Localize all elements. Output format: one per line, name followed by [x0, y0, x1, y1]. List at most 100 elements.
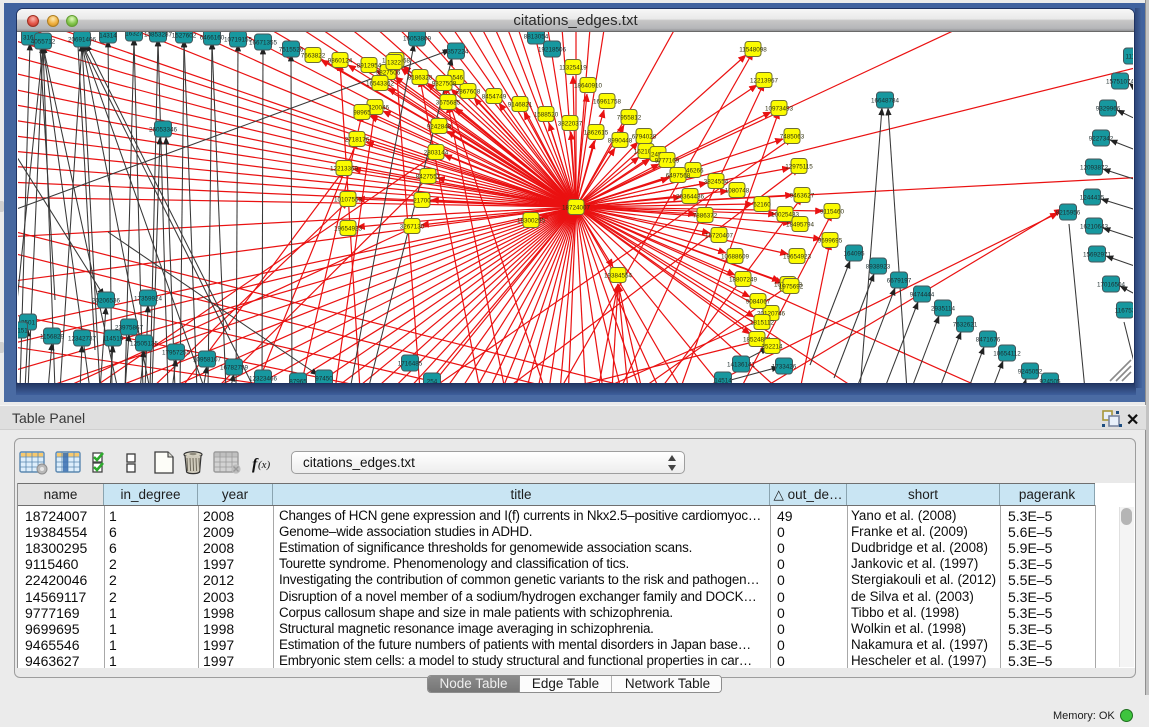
svg-text:1815112: 1815112	[750, 319, 775, 326]
svg-text:19218506: 19218506	[538, 46, 567, 53]
svg-text:16327: 16327	[125, 32, 143, 37]
svg-text:17359924: 17359924	[134, 295, 163, 302]
svg-text:(x): (x)	[258, 459, 271, 471]
svg-text:8186328: 8186328	[408, 74, 433, 81]
svg-text:1975692: 1975692	[779, 283, 804, 290]
svg-text:12323466: 12323466	[249, 375, 278, 382]
svg-text:16671355: 16671355	[249, 39, 278, 46]
svg-text:9860124: 9860124	[328, 57, 353, 64]
svg-text:16210643: 16210643	[1080, 223, 1109, 230]
svg-text:12093872: 12093872	[1080, 164, 1109, 171]
svg-text:2803144: 2803144	[424, 149, 449, 156]
svg-text:16961758: 16961758	[593, 98, 622, 105]
svg-text:10958107: 10958107	[193, 356, 222, 363]
svg-text:16543362: 16543362	[366, 80, 395, 87]
svg-text:87965: 87965	[289, 378, 307, 383]
svg-text:9084067: 9084067	[746, 298, 771, 305]
svg-text:19384554: 19384554	[604, 272, 633, 279]
svg-text:15751074: 15751074	[1106, 78, 1133, 85]
svg-text:14514: 14514	[714, 377, 732, 383]
svg-text:9245052: 9245052	[1018, 368, 1043, 375]
svg-text:9329966: 9329966	[1096, 105, 1121, 112]
svg-text:114519: 114519	[103, 335, 124, 342]
svg-text:14136141: 14136141	[727, 361, 756, 368]
svg-text:10688609: 10688609	[721, 253, 750, 260]
svg-text:10973493: 10973493	[765, 105, 794, 112]
svg-text:6794028: 6794028	[632, 133, 657, 140]
svg-text:16053809: 16053809	[403, 35, 432, 42]
svg-text:116753: 116753	[1115, 307, 1133, 314]
svg-text:1117: 1117	[1125, 53, 1133, 60]
svg-text:1733426: 1733426	[772, 363, 797, 370]
svg-text:17957255: 17957255	[162, 349, 191, 356]
svg-text:1527602: 1527602	[172, 32, 197, 39]
svg-text:9474444: 9474444	[910, 291, 935, 298]
svg-text:7632621: 7632621	[953, 321, 978, 328]
svg-text:18807249: 18807249	[729, 276, 758, 283]
svg-text:7485063: 7485063	[780, 133, 805, 140]
svg-text:1322: 1322	[387, 59, 402, 66]
svg-text:9463627: 9463627	[790, 192, 815, 199]
svg-text:8215956: 8215956	[1056, 209, 1081, 216]
svg-text:1362615: 1362615	[584, 129, 609, 136]
svg-text:8813054: 8813054	[524, 33, 549, 40]
svg-text:62160: 62160	[753, 201, 771, 208]
svg-text:20206536: 20206536	[92, 297, 121, 304]
svg-text:2718176: 2718176	[345, 136, 370, 143]
svg-text:19654923: 19654923	[334, 225, 363, 232]
svg-text:12505135: 12505135	[130, 340, 159, 347]
svg-text:6679197: 6679197	[887, 277, 912, 284]
svg-text:9327508: 9327508	[432, 80, 457, 87]
svg-text:8427552: 8427552	[416, 173, 441, 180]
svg-text:3675685: 3675685	[436, 99, 461, 106]
svg-text:7955812: 7955812	[617, 114, 642, 121]
svg-text:164095: 164095	[843, 250, 865, 257]
svg-text:924505: 924505	[1039, 378, 1061, 383]
svg-text:9227342: 9227342	[1089, 135, 1114, 142]
svg-text:16648784: 16648784	[871, 97, 900, 104]
svg-text:7663822: 7663822	[301, 52, 326, 59]
svg-text:9699695: 9699695	[818, 237, 843, 244]
svg-text:12213967: 12213967	[750, 77, 779, 84]
svg-text:10654112: 10654112	[993, 350, 1021, 357]
svg-text:254: 254	[427, 378, 438, 383]
svg-text:9242848: 9242848	[427, 123, 452, 130]
svg-text:11325419: 11325419	[559, 64, 587, 71]
svg-text:8912954: 8912954	[357, 62, 382, 69]
svg-text:97450: 97450	[315, 375, 333, 382]
svg-text:20691406: 20691406	[68, 36, 97, 43]
svg-text:18724007: 18724007	[562, 204, 591, 211]
svg-text:6466160: 6466160	[200, 34, 225, 41]
svg-text:1080748: 1080748	[725, 187, 750, 194]
svg-text:19654923: 19654923	[783, 253, 812, 260]
svg-text:1244415: 1244415	[1080, 194, 1105, 201]
svg-text:18495794: 18495794	[786, 221, 815, 228]
svg-text:15692971: 15692971	[1083, 251, 1112, 258]
svg-text:17016504: 17016504	[1097, 281, 1126, 288]
svg-text:3824554: 3824554	[704, 178, 729, 185]
svg-text:10107553: 10107553	[334, 196, 363, 203]
svg-text:9115460: 9115460	[820, 208, 845, 215]
svg-text:16782759: 16782759	[220, 364, 249, 371]
svg-text:8471676: 8471676	[976, 336, 1001, 343]
svg-text:23975867: 23975867	[115, 324, 144, 331]
svg-text:3267130: 3267130	[400, 223, 425, 230]
svg-text:1716485: 1716485	[398, 360, 423, 367]
svg-text:1156829: 1156829	[40, 333, 65, 340]
svg-text:8454749: 8454749	[482, 93, 507, 100]
svg-text:12975115: 12975115	[785, 163, 813, 170]
svg-text:7357224: 7357224	[444, 48, 469, 55]
svg-text:1588520: 1588520	[534, 111, 559, 118]
svg-text:2935114: 2935114	[931, 305, 956, 312]
svg-text:10853287: 10853287	[144, 32, 173, 38]
svg-text:2867608: 2867608	[456, 88, 481, 95]
svg-text:12213369: 12213369	[330, 165, 359, 172]
svg-text:18300295: 18300295	[517, 217, 546, 224]
svg-text:20364436: 20364436	[676, 193, 705, 200]
svg-text:3822037: 3822037	[558, 120, 583, 127]
svg-text:18640910: 18640910	[574, 82, 603, 89]
svg-text:8990448: 8990448	[608, 137, 633, 144]
svg-text:15720407: 15720407	[705, 232, 734, 239]
svg-text:39151: 39151	[18, 327, 28, 334]
svg-text:9777169: 9777169	[655, 157, 680, 164]
